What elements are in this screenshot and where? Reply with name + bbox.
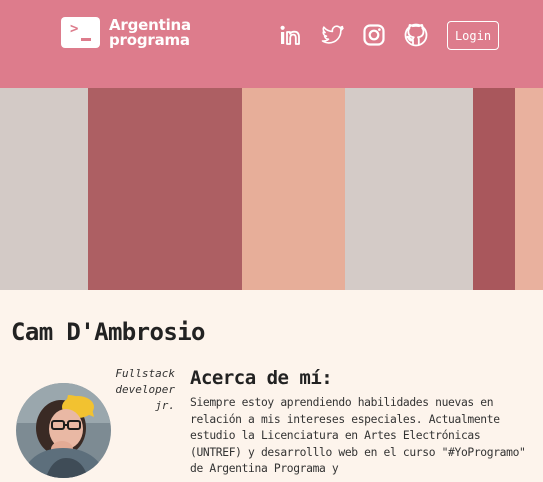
header: > Argentina programa Login (0, 0, 543, 88)
twitter-icon (321, 25, 344, 44)
github-icon (404, 23, 428, 47)
brand-line-2: programa (109, 30, 190, 49)
about-title: Acerca de mí: (190, 367, 333, 389)
profile-role: Fullstack developer jr. (115, 367, 175, 412)
avatar (16, 383, 111, 478)
github-link[interactable] (403, 22, 429, 48)
banner-stripe (88, 88, 242, 290)
linkedin-link[interactable] (278, 22, 304, 48)
instagram-link[interactable] (362, 22, 386, 48)
profile-section: Cam D'Ambrosio Fullstack developer jr. A… (0, 290, 543, 482)
banner-stripe (0, 88, 88, 290)
login-button[interactable]: Login (447, 21, 499, 50)
banner-stripe (242, 88, 345, 290)
avatar-photo (16, 383, 111, 478)
page: > Argentina programa Login Cam D'Ambrosi… (0, 0, 543, 482)
brand-logo[interactable]: > Argentina programa (61, 17, 191, 48)
about-text: Siempre estoy aprendiendo habilidades nu… (190, 396, 526, 475)
banner-stripe (345, 88, 473, 290)
profile-name: Cam D'Ambrosio (11, 318, 205, 346)
twitter-link[interactable] (320, 22, 346, 48)
linkedin-icon (280, 25, 300, 45)
cursor-bar (81, 38, 91, 41)
banner-image (0, 88, 543, 290)
prompt-glyph: > (70, 21, 79, 37)
terminal-prompt-icon: > (61, 17, 100, 48)
brand-text: Argentina programa (109, 17, 191, 49)
banner-stripe (515, 88, 543, 290)
instagram-icon (363, 24, 385, 46)
banner-stripe (473, 88, 515, 290)
